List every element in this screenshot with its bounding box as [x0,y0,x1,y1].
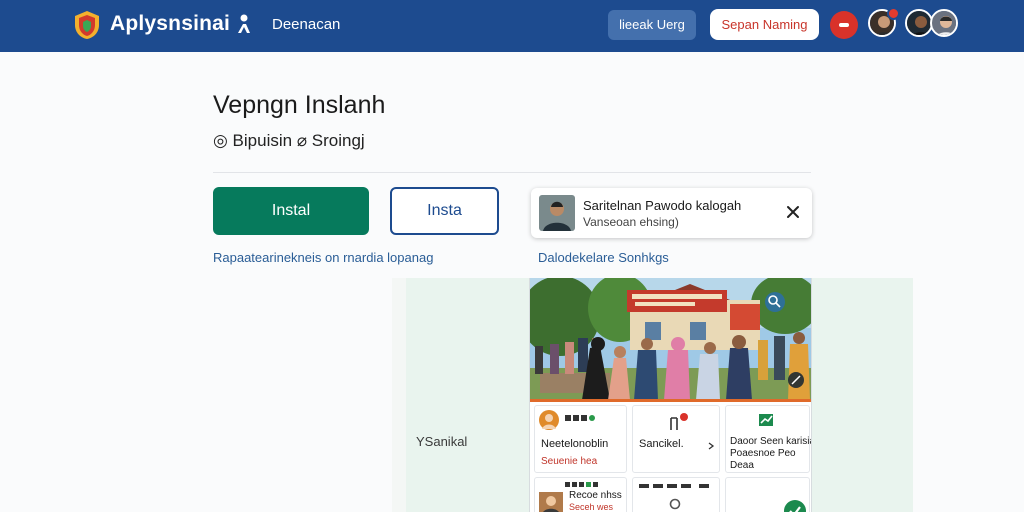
person-icon[interactable] [236,13,252,35]
info-link[interactable]: Rapaatearinekneis on rnardia lopanag [213,250,433,265]
feed-card[interactable]: Neetelonoblin Seuenie hea [534,405,627,473]
card-title: Recoe nhss [569,490,622,501]
primary-header-button[interactable]: Sepan Naming [710,9,819,40]
avatar-badge [887,7,900,20]
install-outline-button[interactable]: Insta [390,187,499,235]
secondary-header-button[interactable]: lieeak Uerg [608,10,696,40]
divider [213,172,811,173]
preview-side-label: YSanikal [416,434,468,449]
member-avatar[interactable] [930,9,958,37]
install-button[interactable]: Instal [213,187,369,235]
page-meta: ◎ Bipuisin ⌀ Sroingj [213,131,365,150]
notification-icon[interactable] [830,11,858,39]
feed-card[interactable]: Recoe nhss Seceh wes [534,477,627,512]
details-link[interactable]: Dalodekelare Sonhkgs [538,250,669,265]
chart-icon [759,414,773,426]
toast-avatar [539,195,575,231]
app-preview-screen: Neetelonoblin Seuenie hea Sancikel. Daoo… [529,278,812,512]
card-meta: Deaa [730,460,754,471]
app-root: Aplysnsinai Deenacan lieeak Uerg Sepan N… [0,0,1024,512]
preview-edge [392,278,406,512]
profile-avatar-icon [539,410,559,430]
member-avatar[interactable] [905,9,933,37]
card-subtitle: Seceh wes [569,502,614,512]
feed-card[interactable] [632,477,720,512]
close-icon[interactable] [785,204,801,220]
profile-avatar-icon [539,492,563,512]
notification-toast: Saritelnan Pawodo kalogah Vanseoan ehsin… [531,188,812,238]
check-action-icon[interactable] [784,500,806,512]
feed-card[interactable]: Sancikel. [632,405,720,473]
status-dots-icon [639,484,709,488]
page-title: Vepngn Inslanh [213,91,386,119]
brand-name[interactable]: Aplysnsinai [110,12,230,36]
card-title: Daoor Seen karisia [730,436,812,447]
hero-accent-bar [530,399,811,402]
chevron-right-icon [708,442,715,450]
card-title: Sancikel. [639,438,684,450]
status-dots-icon [565,482,598,487]
card-title: Neetelonoblin [541,438,609,450]
hero-photo [530,278,811,402]
card-subtitle: Seuenie hea [541,456,598,467]
top-navbar: Aplysnsinai Deenacan lieeak Uerg Sepan N… [0,0,1024,52]
search-icon [669,498,681,510]
nav-link[interactable]: Deenacan [272,16,340,33]
toast-title: Saritelnan Pawodo kalogah [583,198,742,213]
share-icon [670,413,688,430]
brand-logo-icon[interactable] [74,10,100,40]
status-dots-icon [565,415,595,421]
card-subtitle: Poaesnoe Peo [730,448,796,459]
toast-subtitle: Vanseoan ehsing) [583,215,679,229]
feed-card[interactable]: Daoor Seen karisia Poaesnoe Peo Deaa [725,405,812,473]
